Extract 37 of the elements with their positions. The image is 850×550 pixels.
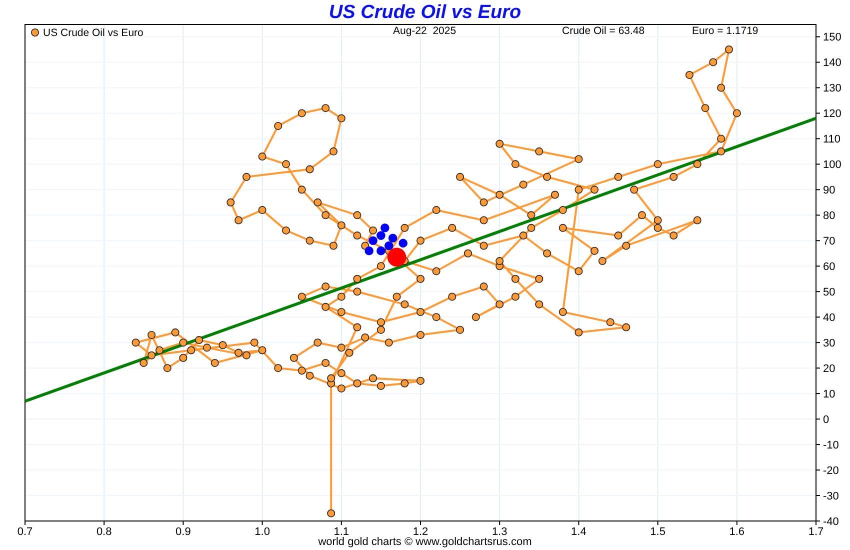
price-readout: Euro = 1.1719: [692, 25, 758, 37]
tick-label: 150: [823, 32, 842, 44]
tick-label: 0.7: [17, 526, 33, 536]
tick-label: 60: [823, 261, 836, 274]
tick-label: 140: [823, 57, 842, 70]
tick-label: 100: [823, 159, 842, 172]
tick-label: 0.9: [176, 526, 191, 536]
date-label: Aug-22 2025: [393, 25, 456, 37]
tick-label: 1.6: [729, 526, 745, 536]
tick-label: 30: [823, 338, 836, 350]
tick-label: -20: [823, 465, 839, 478]
chart-title: US Crude Oil vs Euro: [328, 1, 522, 24]
tick-label: 1.3: [492, 526, 508, 536]
tick-label: 20: [823, 363, 836, 376]
tick-label: 80: [823, 210, 836, 222]
legend-label: US Crude Oil vs Euro: [43, 27, 144, 39]
tick-label: 1.2: [412, 526, 428, 536]
tick-label: 130: [823, 82, 842, 95]
tick-label: 90: [823, 184, 836, 197]
tick-label: 10: [823, 388, 836, 401]
credit-text: world gold charts © www.goldchartsrus.com: [318, 536, 532, 548]
tick-label: 1.4: [571, 526, 586, 536]
tick-label: 70: [823, 236, 836, 248]
tick-label: 110: [823, 134, 841, 146]
tick-label: 50: [823, 286, 836, 299]
tick-label: -10: [823, 440, 839, 452]
tick-label: 1.0: [254, 526, 270, 536]
tick-label: 0.8: [96, 526, 112, 536]
tick-label: 40: [823, 312, 836, 324]
tick-label: 1.5: [650, 526, 666, 536]
tick-label: -40: [823, 516, 839, 528]
tick-label: 1.7: [808, 526, 824, 536]
tick-label: 1.1: [334, 526, 350, 536]
tick-label: 120: [823, 108, 842, 120]
tick-label: 0: [823, 414, 830, 426]
tick-label: -30: [823, 490, 839, 503]
price-readout: Crude Oil = 63.48: [562, 25, 645, 37]
